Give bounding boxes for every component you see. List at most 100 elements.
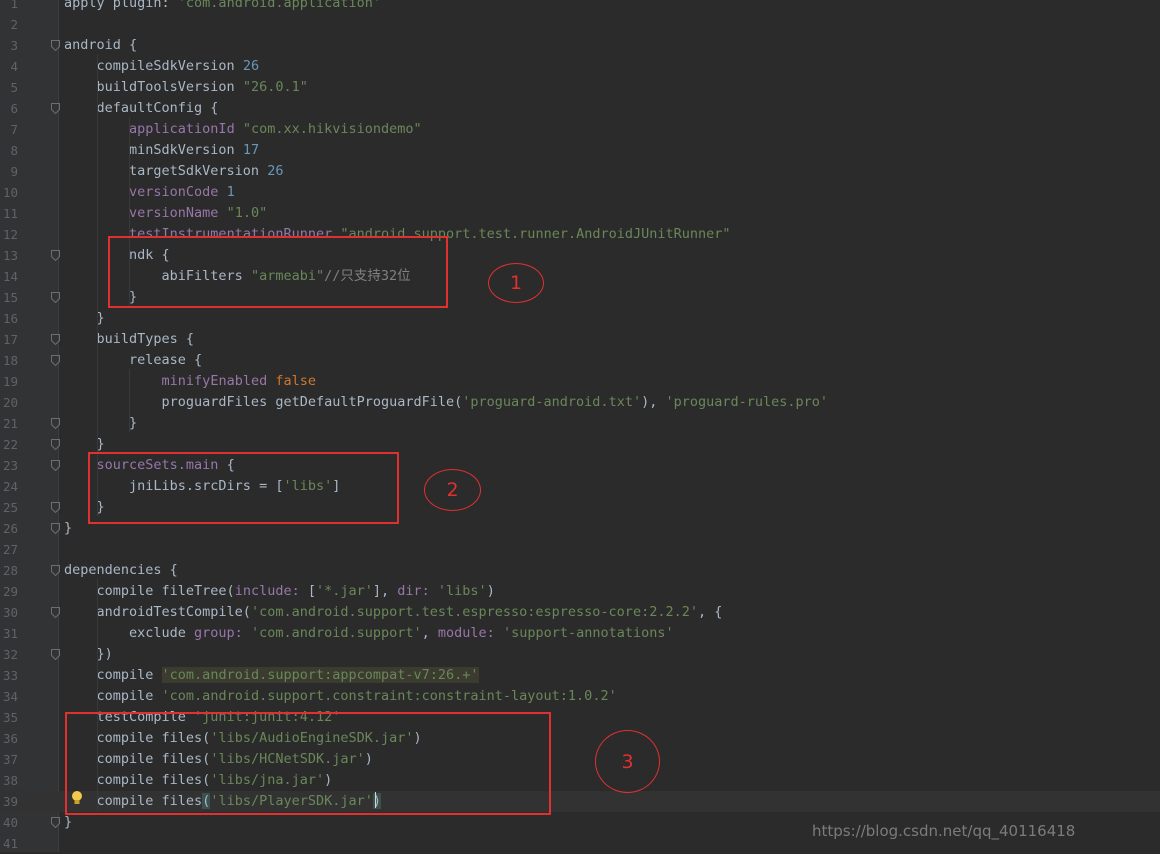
line-number: 4	[10, 59, 18, 74]
code-line[interactable]: 8 minSdkVersion 17	[0, 140, 1160, 161]
code-text: compile fileTree(include: ['*.jar'], dir…	[64, 581, 495, 602]
code-line[interactable]: 11 versionName "1.0"	[0, 203, 1160, 224]
code-token: proguardFiles getDefaultProguardFile(	[64, 394, 463, 410]
line-number: 39	[2, 794, 18, 809]
line-number: 8	[10, 143, 18, 158]
code-text: defaultConfig {	[64, 98, 219, 119]
fold-marker-icon[interactable]	[51, 418, 60, 429]
code-token: dependencies {	[64, 562, 178, 578]
line-number: 9	[10, 164, 18, 179]
line-number: 40	[2, 815, 18, 830]
line-number: 20	[2, 395, 18, 410]
code-token: apply plugin:	[64, 0, 178, 11]
code-text: apply plugin: 'com.android.application'	[64, 0, 381, 14]
code-token: release {	[64, 352, 203, 368]
fold-marker-icon[interactable]	[51, 355, 60, 366]
code-line[interactable]: 7 applicationId "com.xx.hikvisiondemo"	[0, 119, 1160, 140]
fold-marker-icon[interactable]	[51, 817, 60, 828]
code-line[interactable]: 30 androidTestCompile('com.android.suppo…	[0, 602, 1160, 623]
code-line[interactable]: 18 release {	[0, 350, 1160, 371]
code-line[interactable]: 4 compileSdkVersion 26	[0, 56, 1160, 77]
code-line[interactable]: 1 apply plugin: 'com.android.application'	[0, 0, 1160, 14]
code-line[interactable]: 32 })	[0, 644, 1160, 665]
fold-marker-icon[interactable]	[51, 649, 60, 660]
code-line[interactable]: 17 buildTypes {	[0, 329, 1160, 350]
line-number: 1	[10, 0, 18, 11]
lightbulb-icon[interactable]	[70, 790, 84, 806]
code-token: }	[64, 310, 105, 326]
line-number: 31	[2, 626, 18, 641]
code-token: "com.xx.hikvisiondemo"	[242, 121, 422, 137]
code-token: }	[64, 415, 138, 431]
line-number: 2	[10, 17, 18, 32]
indent-guide	[97, 54, 98, 516]
code-token: 'com.android.support.constraint:constrai…	[161, 688, 617, 704]
line-number: 18	[2, 353, 18, 368]
code-token: [	[307, 583, 316, 599]
code-line[interactable]: 20 proguardFiles getDefaultProguardFile(…	[0, 392, 1160, 413]
code-token: compileSdkVersion	[64, 58, 243, 74]
fold-marker-icon[interactable]	[51, 439, 60, 450]
fold-marker-icon[interactable]	[51, 334, 60, 345]
code-text: }	[64, 812, 72, 833]
annotation-label: 3	[621, 750, 634, 773]
line-number: 17	[2, 332, 18, 347]
code-token: 'proguard-rules.pro'	[665, 394, 829, 410]
code-line[interactable]: 9 targetSdkVersion 26	[0, 161, 1160, 182]
line-number: 14	[2, 269, 18, 284]
code-token: 17	[242, 142, 260, 158]
code-token: 'libs'	[437, 583, 487, 599]
fold-marker-icon[interactable]	[51, 565, 60, 576]
line-number: 13	[2, 248, 18, 263]
code-token: 26	[267, 163, 284, 179]
code-text: compile 'com.android.support.constraint:…	[64, 686, 617, 707]
code-line[interactable]: 28 dependencies {	[0, 560, 1160, 581]
code-editor[interactable]: 1 apply plugin: 'com.android.application'…	[0, 0, 1160, 852]
code-text: applicationId "com.xx.hikvisiondemo"	[64, 119, 422, 140]
code-token: 'com.android.support:appcompat-v7:26.+'	[161, 667, 479, 683]
code-line[interactable]: 10 versionCode 1	[0, 182, 1160, 203]
code-token: 'com.android.application'	[177, 0, 381, 11]
code-line[interactable]: 16 }	[0, 308, 1160, 329]
code-line[interactable]: 27	[0, 539, 1160, 560]
code-token: buildToolsVersion	[64, 79, 243, 95]
line-number: 3	[10, 38, 18, 53]
code-text: compile 'com.android.support:appcompat-v…	[64, 665, 479, 686]
annotation-label: 2	[446, 479, 459, 501]
code-text: buildTypes {	[64, 329, 195, 350]
fold-marker-icon[interactable]	[51, 40, 60, 51]
fold-marker-icon[interactable]	[51, 607, 60, 618]
code-token: false	[275, 373, 316, 389]
fold-marker-icon[interactable]	[51, 292, 60, 303]
code-text: }	[64, 413, 137, 434]
code-token: 1	[226, 184, 235, 200]
code-token: )	[486, 583, 495, 599]
line-number: 7	[10, 122, 18, 137]
code-line[interactable]: 31 exclude group: 'com.android.support',…	[0, 623, 1160, 644]
fold-marker-icon[interactable]	[51, 250, 60, 261]
code-line[interactable]: 19 minifyEnabled false	[0, 371, 1160, 392]
code-token: module:	[437, 625, 503, 641]
code-token: }	[64, 436, 105, 452]
fold-marker-icon[interactable]	[51, 103, 60, 114]
code-line[interactable]: 3 android {	[0, 35, 1160, 56]
fold-marker-icon[interactable]	[51, 460, 60, 471]
code-token: ,	[421, 625, 438, 641]
code-line[interactable]: 6 defaultConfig {	[0, 98, 1160, 119]
code-text: release {	[64, 350, 202, 371]
code-line[interactable]: 29 compile fileTree(include: ['*.jar'], …	[0, 581, 1160, 602]
code-text: android {	[64, 35, 137, 56]
code-text: }	[64, 308, 105, 329]
line-number: 19	[2, 374, 18, 389]
fold-marker-icon[interactable]	[51, 523, 60, 534]
code-line[interactable]: 34 compile 'com.android.support.constrai…	[0, 686, 1160, 707]
code-text: minSdkVersion 17	[64, 140, 259, 161]
fold-marker-icon[interactable]	[51, 502, 60, 513]
text-cursor	[375, 792, 376, 808]
annotation-label: 1	[509, 272, 523, 294]
code-token: "26.0.1"	[242, 79, 308, 95]
code-line[interactable]: 33 compile 'com.android.support:appcompa…	[0, 665, 1160, 686]
code-line[interactable]: 5 buildToolsVersion "26.0.1"	[0, 77, 1160, 98]
code-line[interactable]: 2	[0, 14, 1160, 35]
code-line[interactable]: 21 }	[0, 413, 1160, 434]
